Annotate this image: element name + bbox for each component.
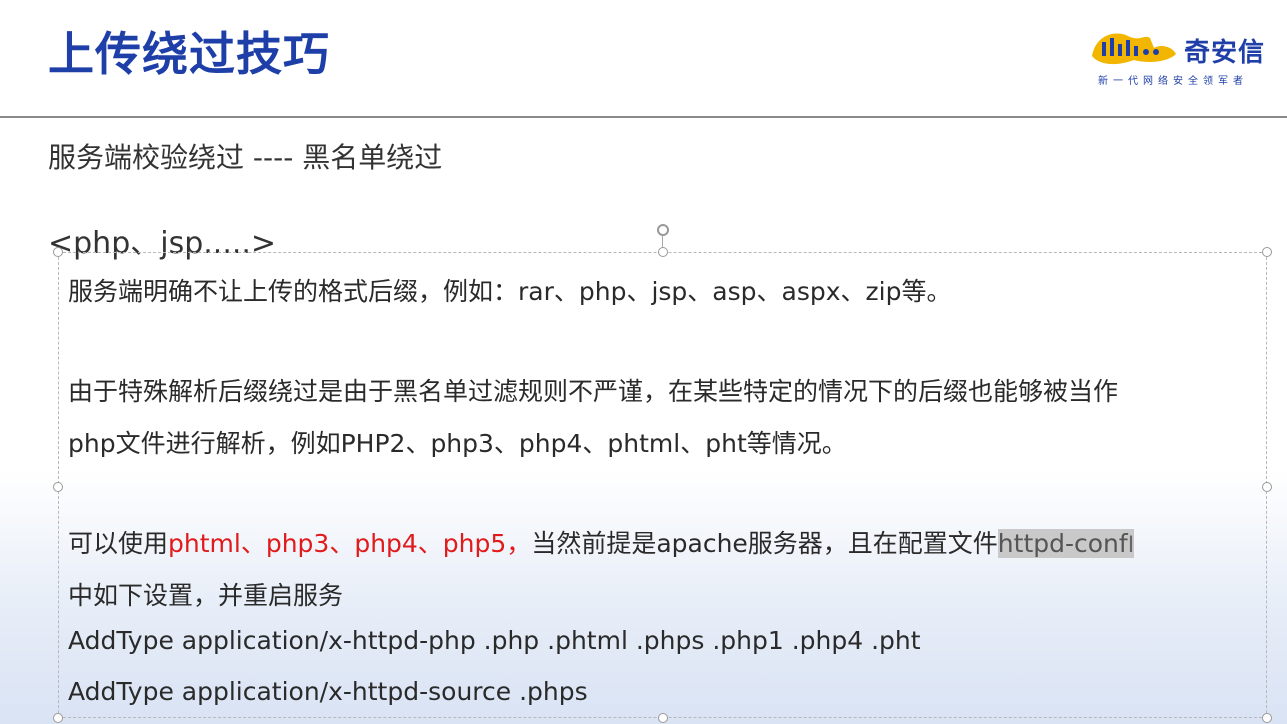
content-line-2: 由于特殊解析后缀绕过是由于黑名单过滤规则不严谨，在某些特定的情况下的后缀也能够被… (68, 377, 1119, 406)
content-line-4: 可以使用phtml、php3、php4、php5，当然前提是apache服务器，… (68, 524, 1135, 560)
company-logo: 奇安信 新一代网络安全领军者 (1088, 24, 1287, 88)
resize-handle-top[interactable] (658, 247, 668, 257)
resize-handle-bottom-left[interactable] (53, 713, 63, 723)
qianxin-logo-icon (1092, 33, 1176, 65)
content-line-7: AddType application/x-httpd-source .phps (68, 677, 588, 706)
resize-handle-bottom[interactable] (658, 713, 668, 723)
content-line-6: AddType application/x-httpd-php .php .ph… (68, 626, 921, 655)
resize-handle-top-left[interactable] (53, 247, 63, 257)
selected-text[interactable]: httpd-confI (997, 529, 1135, 558)
resize-handle-left[interactable] (53, 482, 63, 492)
title-divider (0, 116, 1287, 118)
content-line-3: php文件进行解析，例如PHP2、php3、php4、phtml、pht等情况。 (68, 429, 847, 458)
resize-handle-bottom-right[interactable] (1262, 713, 1272, 723)
logo-tagline: 新一代网络安全领军者 (1098, 76, 1248, 87)
logo-name: 奇安信 (1184, 38, 1266, 68)
resize-handle-top-right[interactable] (1262, 247, 1272, 257)
resize-handle-right[interactable] (1262, 482, 1272, 492)
content-line-1: 服务端明确不让上传的格式后缀，例如：rar、php、jsp、asp、aspx、z… (68, 277, 952, 306)
line4-prefix: 可以使用 (68, 529, 169, 558)
line4-middle: 当然前提是apache服务器，且在配置文件 (531, 529, 998, 558)
slide-title: 上传绕过技巧 (48, 27, 330, 81)
rotate-handle[interactable] (657, 224, 669, 236)
text-cursor-icon: I (1127, 533, 1135, 558)
selected-text-value: httpd-conf (997, 529, 1128, 558)
content-line-5: 中如下设置，并重启服务 (68, 581, 344, 610)
line4-red-highlight: phtml、php3、php4、php5， (168, 529, 532, 558)
slide-subtitle: 服务端校验绕过 ---- 黑名单绕过 (48, 141, 443, 174)
